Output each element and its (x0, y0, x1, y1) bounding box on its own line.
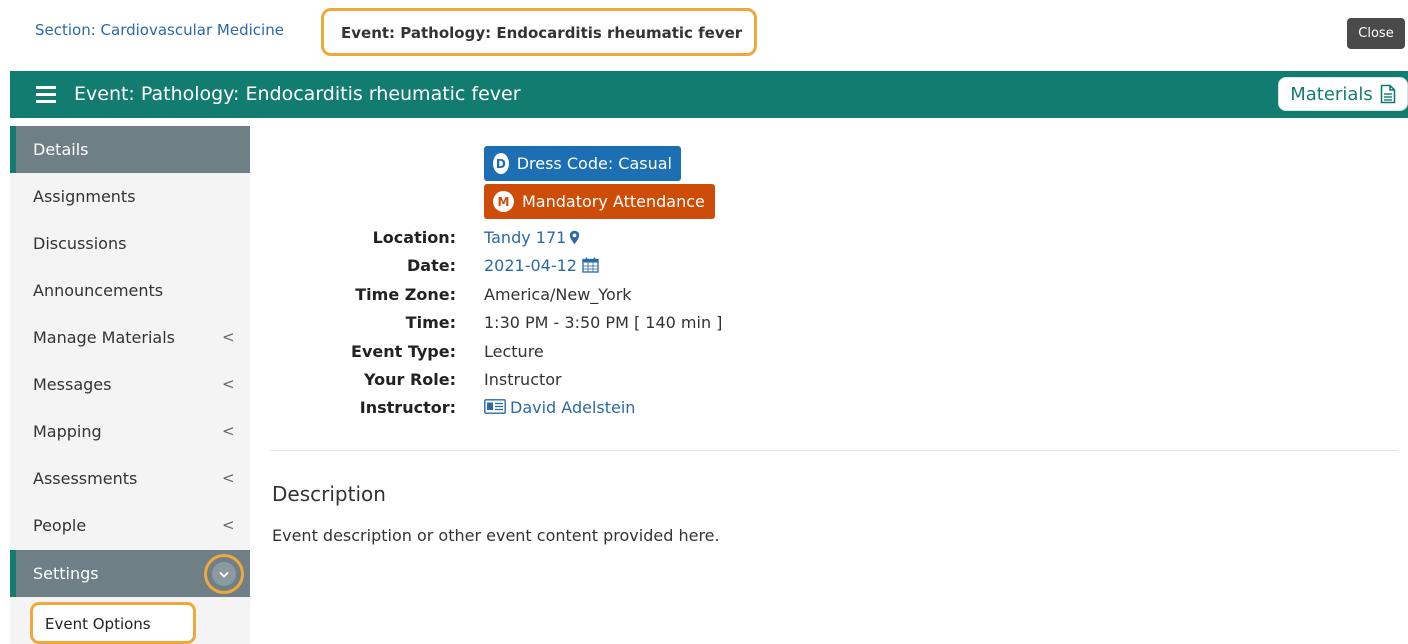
instructor-link[interactable]: David Adelstein (484, 398, 635, 417)
sidebar-item-label: Assessments (33, 469, 138, 488)
materials-button-label: Materials (1290, 83, 1373, 105)
detail-label: Instructor: (359, 398, 456, 417)
materials-button[interactable]: Materials (1278, 77, 1408, 111)
sidebar-item-label: Settings (33, 564, 99, 583)
hamburger-menu-icon[interactable] (36, 86, 56, 103)
map-marker-icon (570, 230, 580, 245)
section-divider (270, 450, 1398, 451)
breadcrumb-section-link[interactable]: Section: Cardiovascular Medicine (35, 21, 284, 39)
date-value: 2021-04-12 (484, 256, 577, 275)
id-card-icon (484, 399, 506, 414)
detail-row-time-zone: Time Zone: America/New_York (0, 285, 1000, 313)
detail-label: Date: (407, 256, 456, 275)
settings-submenu-event-options[interactable]: Event Options (30, 602, 196, 644)
dress-code-badge-label: Dress Code: Casual (516, 154, 672, 173)
dress-code-badge: D Dress Code: Casual (484, 146, 681, 181)
sidebar-item-label: People (33, 516, 87, 535)
detail-label: Time: (405, 313, 456, 332)
sidebar-item-assessments[interactable]: Assessments < (10, 455, 250, 502)
your-role-value: Instructor (484, 370, 562, 389)
detail-row-instructor: Instructor: David Adelstein (0, 398, 1000, 426)
event-type-value: Lecture (484, 342, 544, 361)
event-header: Event: Pathology: Endocarditis rheumatic… (10, 71, 1408, 118)
detail-row-date: Date: 2021-04-12 (0, 256, 1000, 284)
close-button[interactable]: Close (1347, 18, 1405, 49)
mandatory-letter-icon: M (493, 191, 514, 212)
settings-expand-toggle[interactable] (204, 554, 244, 594)
mandatory-attendance-badge: M Mandatory Attendance (484, 184, 715, 219)
detail-row-time: Time: 1:30 PM - 3:50 PM [ 140 min ] (0, 313, 1000, 341)
detail-label: Event Type: (351, 342, 456, 361)
detail-row-location: Location: Tandy 171 (0, 228, 1000, 256)
detail-row-event-type: Event Type: Lecture (0, 342, 1000, 370)
detail-label: Time Zone: (355, 285, 456, 304)
detail-label: Your Role: (363, 370, 456, 389)
detail-row-your-role: Your Role: Instructor (0, 370, 1000, 398)
calendar-icon (582, 257, 599, 273)
event-title: Event: Pathology: Endocarditis rheumatic… (74, 83, 521, 105)
mandatory-attendance-badge-label: Mandatory Attendance (522, 192, 705, 211)
sidebar-item-details[interactable]: Details (10, 126, 250, 173)
chevron-left-icon: < (222, 469, 235, 487)
date-link[interactable]: 2021-04-12 (484, 256, 599, 275)
breadcrumb-current-event: Event: Pathology: Endocarditis rheumatic… (321, 8, 757, 56)
time-value: 1:30 PM - 3:50 PM [ 140 min ] (484, 313, 723, 332)
sidebar-item-label: Assignments (33, 187, 136, 206)
top-bar: Section: Cardiovascular Medicine Event: … (0, 0, 1408, 68)
location-value: Tandy 171 (484, 228, 567, 247)
sidebar-item-label: Details (33, 140, 89, 159)
dress-code-letter-icon: D (493, 153, 509, 174)
description-heading: Description (272, 482, 386, 506)
time-zone-value: America/New_York (484, 285, 632, 304)
document-icon (1380, 84, 1396, 104)
chevron-left-icon: < (222, 516, 235, 534)
detail-label: Location: (372, 228, 456, 247)
sidebar-item-people[interactable]: People < (10, 502, 250, 549)
location-link[interactable]: Tandy 171 (484, 228, 580, 247)
sidebar-item-assignments[interactable]: Assignments (10, 173, 250, 220)
chevron-down-icon (212, 562, 236, 586)
description-body: Event description or other event content… (272, 526, 720, 545)
sidebar-item-settings[interactable]: Settings (10, 550, 250, 597)
instructor-name: David Adelstein (510, 398, 636, 417)
